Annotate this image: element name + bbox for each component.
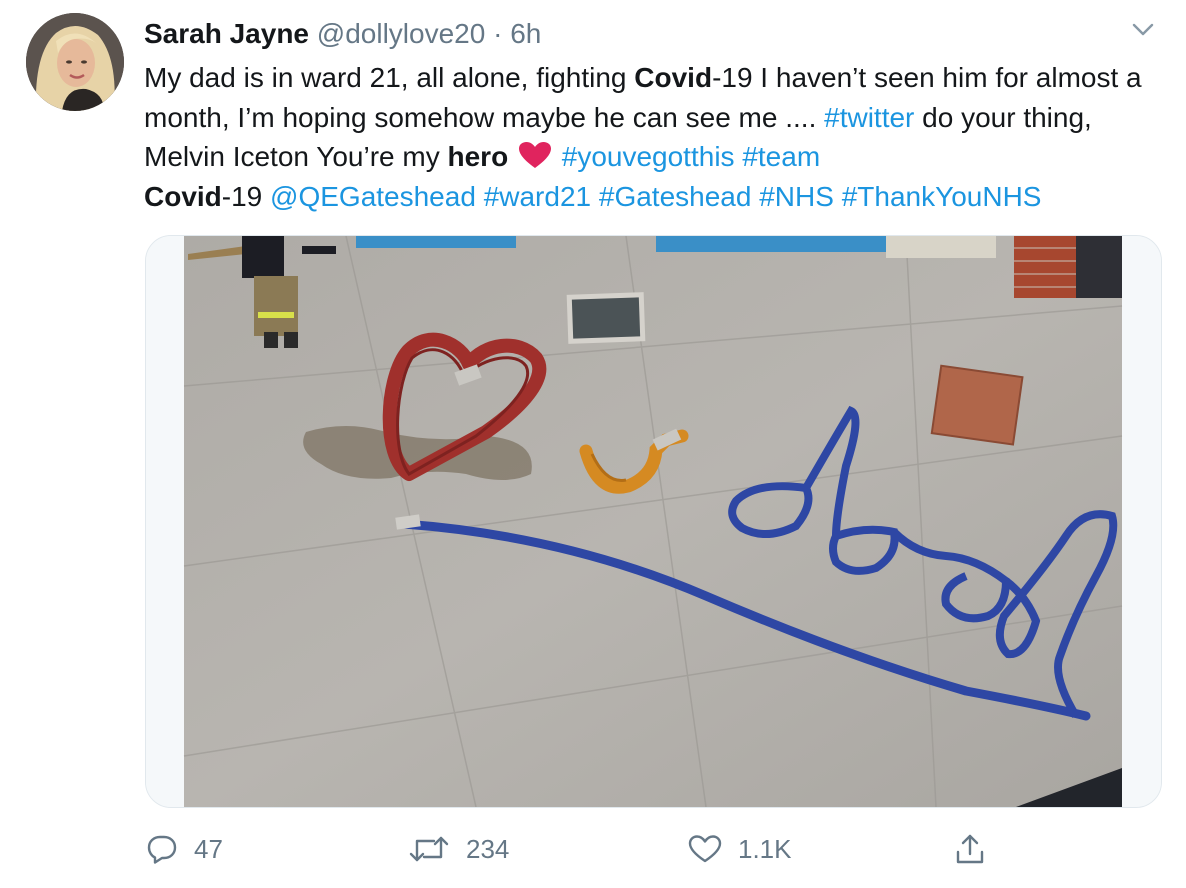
hashtag-link[interactable]: #team	[742, 141, 820, 172]
tweet-text-bold: hero	[447, 141, 509, 172]
tweet-text-bold: Covid	[634, 62, 713, 93]
tweet-text-segment: My dad is in ward 21, all alone, fightin…	[144, 62, 635, 93]
header-separator: ·	[493, 18, 503, 49]
avatar[interactable]	[26, 13, 124, 111]
retweet-button[interactable]: 234	[408, 826, 509, 872]
reply-button[interactable]: 47	[146, 826, 223, 872]
reply-icon	[146, 834, 178, 864]
tweet-text: My dad is in ward 21, all alone, fightin…	[144, 58, 1164, 216]
like-count: 1.1K	[738, 833, 792, 864]
author-handle[interactable]: @dollylove20	[317, 18, 486, 49]
like-icon	[688, 834, 722, 864]
share-button[interactable]	[955, 826, 985, 872]
tweet-text-bold: Covid	[144, 180, 222, 212]
like-button[interactable]: 1.1K	[688, 826, 792, 872]
chevron-down-icon[interactable]	[1128, 18, 1158, 42]
hashtag-link[interactable]: #ward21	[484, 181, 591, 212]
photo-hoses-on-pavement	[146, 236, 1161, 807]
hashtag-link[interactable]: #NHS	[759, 181, 834, 212]
tweet-time[interactable]: 6h	[510, 18, 541, 49]
hashtag-link[interactable]: #youvegotthis	[562, 141, 735, 172]
share-icon	[955, 833, 985, 865]
reply-count: 47	[194, 833, 223, 864]
retweet-count: 234	[466, 833, 510, 864]
hashtag-link[interactable]: #twitter	[824, 102, 914, 133]
tweet-media[interactable]	[145, 235, 1162, 808]
tweet-text-space	[834, 181, 842, 212]
author-name[interactable]: Sarah Jayne	[144, 18, 309, 49]
hashtag-link[interactable]: #ThankYouNHS	[842, 181, 1042, 212]
avatar-photo	[26, 13, 124, 111]
hashtag-link[interactable]: #Gateshead	[599, 181, 752, 212]
tweet-text-space	[591, 181, 599, 212]
red-heart-emoji	[518, 140, 552, 168]
mention-link[interactable]: @QEGateshead	[270, 181, 476, 212]
retweet-icon	[408, 834, 450, 864]
tweet-action-bar: 47 234 1.1K	[0, 826, 1186, 872]
tweet-text-segment: -19	[221, 180, 271, 212]
tweet-header: Sarah Jayne @dollylove20 · 6h	[144, 16, 541, 52]
tweet-text-space	[476, 181, 484, 212]
